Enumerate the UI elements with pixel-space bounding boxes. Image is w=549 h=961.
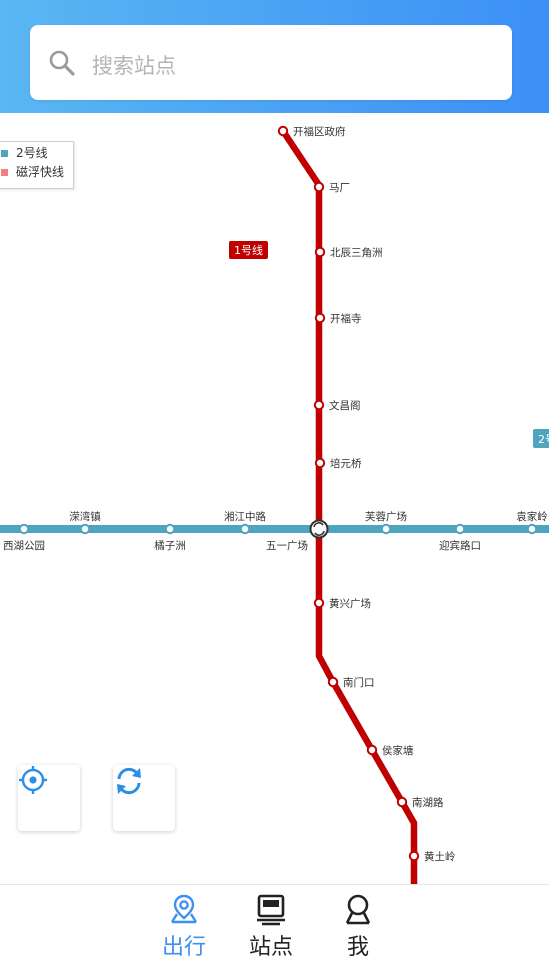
locate-icon (19, 766, 47, 794)
station-marker (313, 597, 325, 609)
station-label: 开福区政府 (293, 125, 346, 138)
metro-map-canvas[interactable]: 西湖公园 溁湾镇橘子洲 湘江中路 芙蓉广场迎宾路口 袁家岭 2号 开福区政府马厂北辰三角洲开… (0, 113, 549, 884)
legend-label: 2号线 (16, 146, 48, 160)
map-pin-icon (170, 894, 198, 924)
user-icon (345, 894, 371, 925)
station-label: 芙蓉广场 (365, 510, 407, 523)
station-marker (314, 457, 326, 469)
station-marker (396, 796, 408, 808)
station-label: 开福寺 (330, 312, 362, 325)
station-label: 迎宾路口 (439, 539, 481, 552)
tab-me[interactable]: 我 (328, 891, 388, 961)
station-marker (277, 125, 289, 137)
station-label: 五一广场 (266, 539, 308, 552)
station-label: 培元桥 (330, 457, 362, 470)
station-marker (313, 399, 325, 411)
station-label: 袁家岭 (516, 510, 548, 523)
station-label: 橘子洲 (154, 540, 186, 552)
station-marker (313, 181, 325, 193)
station-marker (314, 312, 326, 324)
station-marker (314, 246, 326, 258)
legend-swatch (1, 169, 8, 176)
station-marker (380, 523, 392, 535)
station-label: 西湖公园 (3, 540, 45, 552)
station-marker (366, 744, 378, 756)
station-label: 湘江中路 (224, 510, 266, 523)
metro-map[interactable]: 西湖公园 溁湾镇橘子洲 湘江中路 芙蓉广场迎宾路口 袁家岭 2号 开福区政府马厂北辰三角洲开… (0, 113, 549, 884)
line1-track (280, 129, 418, 884)
line2-badge-label: 2号 (538, 433, 549, 446)
station-label: 文昌阁 (329, 399, 361, 412)
station-marker (327, 676, 339, 688)
refresh-button[interactable] (113, 765, 175, 831)
bottom-tab-bar: 出行 站点 我 (0, 884, 549, 961)
legend-swatch (1, 150, 8, 157)
search-placeholder: 搜索站点 (92, 54, 176, 78)
station-marker (526, 523, 538, 535)
train-icon (257, 894, 285, 926)
station-label: 侯家塘 (382, 744, 414, 757)
station-label: 南湖路 (412, 796, 444, 809)
header: 搜索站点 (0, 0, 549, 113)
station-label: 北辰三角洲 (330, 247, 383, 259)
legend-item-maglev: 磁浮快线 (1, 164, 64, 180)
line1-badge-label: 1号线 (234, 243, 263, 257)
station-label: 南门口 (343, 676, 375, 689)
search-icon (49, 50, 75, 76)
tab-stations[interactable]: 站点 (241, 891, 301, 961)
legend-item-line2: 2号线 (1, 145, 48, 161)
tab-travel[interactable]: 出行 (154, 891, 214, 961)
refresh-icon (117, 767, 141, 795)
station-marker (454, 523, 466, 535)
map-legend: 2号线 磁浮快线 (0, 141, 74, 189)
station-label: 溁湾镇 (69, 510, 101, 523)
station-marker (164, 523, 176, 535)
station-marker (79, 523, 91, 535)
tab-travel-label: 出行 (161, 935, 206, 960)
station-marker (408, 850, 420, 862)
station-label: 黄兴广场 (329, 597, 371, 610)
tab-me-label: 我 (346, 935, 369, 960)
locate-button[interactable] (18, 765, 80, 831)
tab-stations-label: 站点 (248, 935, 293, 960)
station-label: 马厂 (329, 182, 350, 194)
search-input[interactable]: 搜索站点 (30, 25, 512, 100)
station-label: 黄土岭 (424, 850, 456, 863)
station-marker (239, 523, 251, 535)
station-marker (18, 523, 30, 535)
legend-label: 磁浮快线 (16, 165, 65, 179)
